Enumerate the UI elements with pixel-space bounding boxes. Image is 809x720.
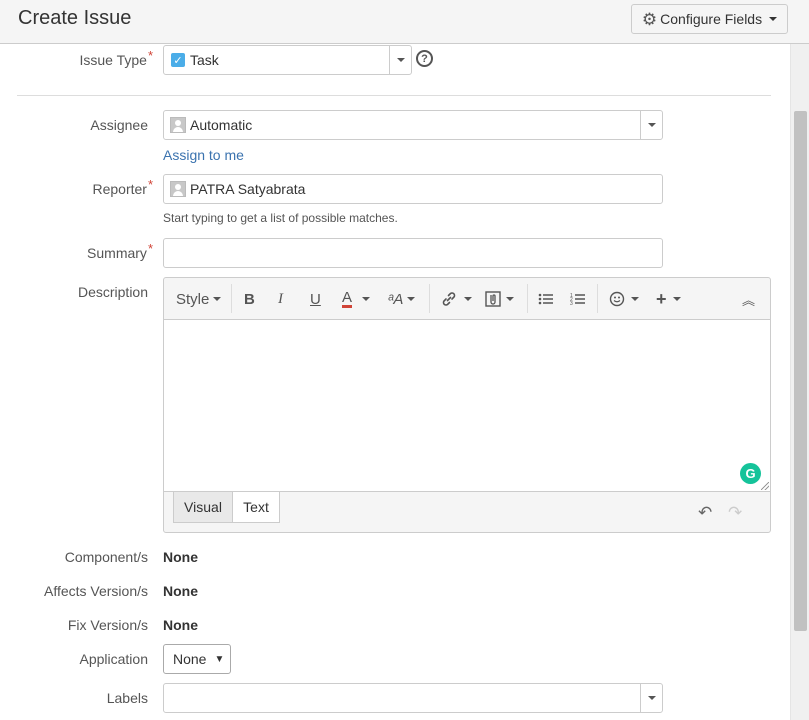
components-value: None [163,549,198,565]
dialog-header: Create Issue ⚙ Configure Fields [0,0,809,44]
numbered-list-button[interactable]: 123 [570,288,586,310]
assignee-select[interactable]: Automatic [163,110,663,140]
chevron-down-icon [464,297,472,301]
emoticon-button[interactable] [609,288,639,310]
issue-type-value: Task [190,52,219,68]
italic-button[interactable]: I [278,288,283,310]
page-title: Create Issue [18,7,132,29]
link-button[interactable] [440,288,472,310]
application-value: None [173,651,207,667]
tab-visual[interactable]: Visual [173,492,233,523]
resize-handle[interactable] [761,482,769,490]
issue-type-label-text: Issue Type [79,52,147,68]
summary-label: Summary* [40,241,153,261]
reporter-hint: Start typing to get a list of possible m… [163,211,398,225]
description-label: Description [77,284,148,300]
editor-toolbar: Style B I U A ᵃA 123 + ︽ [164,278,770,319]
summary-input[interactable] [163,238,663,268]
issue-type-select[interactable]: ✓ Task [163,45,412,75]
application-label: Application [79,651,149,667]
emoticon-icon [609,291,625,307]
redo-icon[interactable]: ↷ [728,503,742,523]
help-icon[interactable]: ? [416,50,433,67]
application-select[interactable]: None ▼ [163,644,231,674]
collapse-toolbar-button[interactable]: ︽ [742,288,755,310]
labels-input[interactable] [163,683,663,713]
toolbar-separator [429,284,430,313]
assign-to-me-link[interactable]: Assign to me [163,147,244,163]
chevron-double-up-icon: ︽ [742,292,756,308]
labels-dropdown-button[interactable] [640,684,662,712]
assignee-dropdown-button[interactable] [640,111,662,139]
grammarly-icon[interactable]: G [740,463,761,484]
chevron-down-icon: ▼ [214,653,225,665]
configure-fields-button[interactable]: ⚙ Configure Fields [631,4,788,34]
gear-icon: ⚙ [641,9,658,29]
text-formatting-icon: ᵃA [388,290,404,308]
attachment-icon [485,291,501,307]
toolbar-separator [597,284,598,313]
tab-text[interactable]: Text [233,492,280,523]
chevron-down-icon [631,297,639,301]
avatar-icon [170,181,186,197]
reporter-field[interactable]: PATRA Satyabrata [163,174,663,204]
labels-label: Labels [106,690,148,706]
plus-icon: + [656,288,667,309]
chevron-down-icon [213,297,222,301]
reporter-value: PATRA Satyabrata [190,181,306,197]
required-marker: * [147,177,153,192]
style-dropdown[interactable]: Style [176,288,222,310]
avatar-icon [170,117,186,133]
bullet-list-icon [538,293,553,305]
link-icon [442,292,456,306]
scrollbar[interactable] [790,44,809,720]
text-formatting-button[interactable]: ᵃA [388,288,416,310]
svg-text:3: 3 [570,301,573,306]
affects-versions-label: Affects Version/s [43,583,148,599]
undo-icon[interactable]: ↶ [698,503,712,523]
required-marker: * [147,241,153,256]
chevron-down-icon [506,297,514,301]
reporter-label: Reporter* [40,177,153,197]
components-label: Component/s [64,549,148,565]
chevron-down-icon [647,123,656,127]
description-editor: Style B I U A ᵃA 123 + ︽ G Visual Text ↶… [163,277,771,533]
numbered-list-icon: 123 [570,293,585,306]
text-color-icon: A [342,289,353,308]
divider [17,95,771,96]
affects-versions-value: None [163,583,198,599]
task-icon: ✓ [171,53,185,67]
style-label: Style [176,290,210,308]
assignee-value: Automatic [190,117,253,133]
issue-type-dropdown-button[interactable] [389,46,411,74]
issue-type-label: Issue Type* [40,48,153,68]
fix-versions-value: None [163,617,198,633]
toolbar-separator [231,284,232,313]
configure-fields-label: Configure Fields [660,11,763,27]
scrollbar-thumb[interactable] [794,111,807,631]
chevron-down-icon [396,58,405,62]
bullet-list-button[interactable] [538,288,554,310]
chevron-down-icon [362,297,371,301]
text-color-button[interactable]: A [342,288,371,310]
reporter-label-text: Reporter [92,181,147,197]
underline-button[interactable]: U [310,288,321,310]
assignee-label: Assignee [90,117,148,133]
chevron-down-icon [769,17,778,21]
insert-more-button[interactable]: + [656,288,681,310]
attachment-button[interactable] [484,288,514,310]
bold-button[interactable]: B [244,288,255,310]
fix-versions-label: Fix Version/s [67,617,148,633]
description-textarea[interactable]: G [164,319,770,492]
toolbar-separator [527,284,528,313]
chevron-down-icon [672,297,681,301]
chevron-down-icon [647,696,656,700]
summary-label-text: Summary [87,245,147,261]
required-marker: * [147,48,153,63]
chevron-down-icon [407,297,416,301]
